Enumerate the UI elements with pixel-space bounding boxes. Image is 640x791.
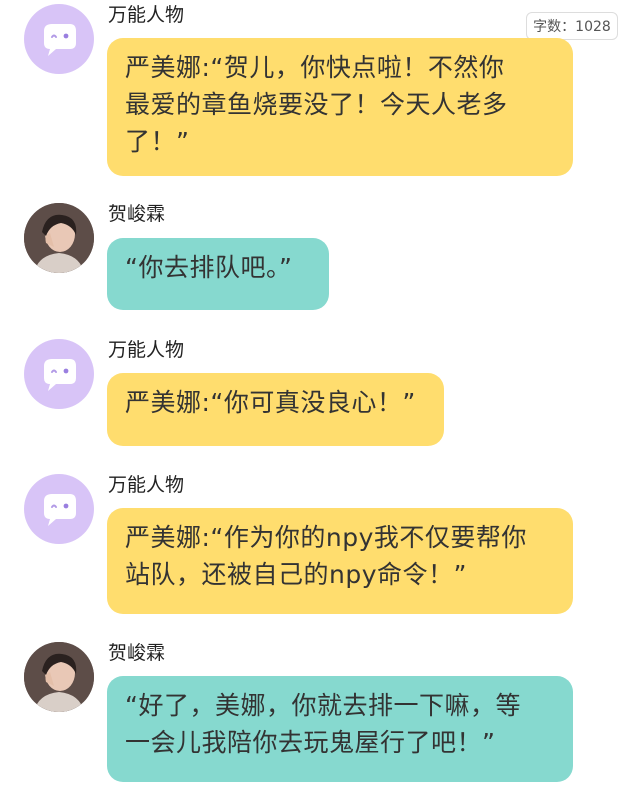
ghost-icon [44,494,76,526]
sender-name: 万能人物 [108,474,185,496]
message-text-line: “好了，美娜，你就去排一下嘛，等 [125,691,521,720]
profile-photo [24,203,94,273]
word-count-badge: 字数：1028 [526,12,618,40]
sender-name: 贺峻霖 [108,203,166,225]
sender-name: 万能人物 [108,339,185,361]
message-text-line: 严美娜:“贺儿，你快点啦！不然你 [125,53,505,82]
avatar[interactable] [24,474,94,544]
ghost-icon [44,359,76,391]
message-text-line: 严美娜:“你可真没良心！” [125,388,416,417]
message-text-line: 一会儿我陪你去玩鬼屋行了吧！” [125,728,496,757]
message-text-line: 站队，还被自己的npy命令！” [125,560,467,589]
message-bubble[interactable]: 严美娜:“你可真没良心！” [107,373,444,446]
avatar[interactable] [24,642,94,712]
message-bubble[interactable]: “好了，美娜，你就去排一下嘛，等 一会儿我陪你去玩鬼屋行了吧！” [107,676,573,782]
sender-name: 万能人物 [108,4,185,26]
message-bubble[interactable]: 严美娜:“作为你的npy我不仅要帮你 站队，还被自己的npy命令！” [107,508,573,614]
avatar[interactable] [24,339,94,409]
message-text-line: 严美娜:“作为你的npy我不仅要帮你 [125,523,527,552]
message-text-line: “你去排队吧。” [125,253,293,282]
message-text-line: 了！” [125,127,190,156]
profile-photo [24,642,94,712]
message-bubble[interactable]: “你去排队吧。” [107,238,329,310]
message-bubble[interactable]: 严美娜:“贺儿，你快点啦！不然你 最爱的章鱼烧要没了！今天人老多 了！” [107,38,573,176]
avatar[interactable] [24,203,94,273]
avatar[interactable] [24,4,94,74]
ghost-icon [44,24,76,56]
sender-name: 贺峻霖 [108,642,166,664]
message-text-line: 最爱的章鱼烧要没了！今天人老多 [125,90,508,119]
